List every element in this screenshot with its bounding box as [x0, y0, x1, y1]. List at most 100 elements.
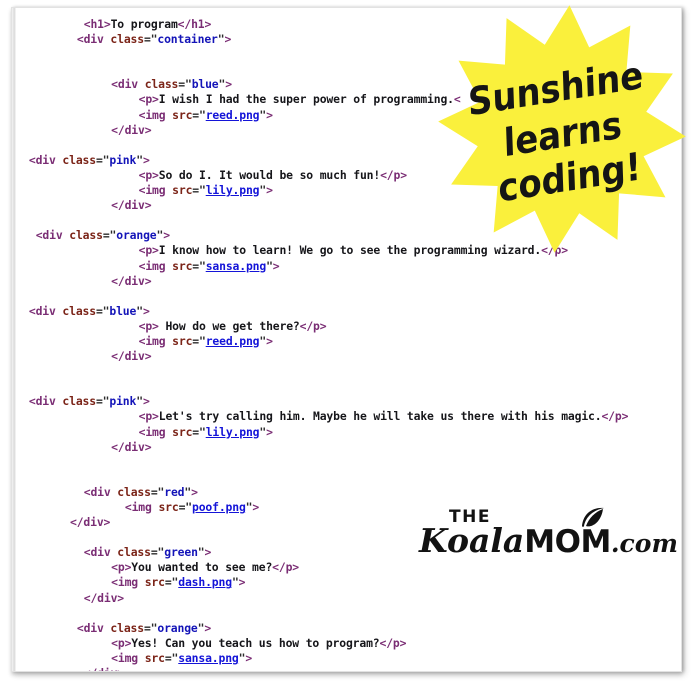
code-token: >	[142, 152, 150, 167]
code-token: <div	[111, 77, 145, 92]
code-token: ="	[150, 545, 165, 560]
code-token: src	[172, 333, 193, 348]
code-file-link[interactable]: sansa.png	[178, 651, 239, 665]
code-line: <img src="dash.png">	[12, 575, 681, 590]
screenshot-root: <h1>To program</h1> <div class="container…	[0, 0, 700, 689]
code-token: class	[110, 32, 144, 47]
code-file-link[interactable]: poof.png	[192, 500, 246, 514]
code-line: <div class="blue">	[12, 304, 681, 319]
code-token: blue	[109, 303, 137, 318]
code-token: "	[231, 575, 239, 590]
code-token: orange	[116, 228, 157, 243]
code-token: <p>	[138, 318, 166, 333]
code-token: ="	[192, 183, 206, 198]
logo-com-text: .com	[610, 529, 678, 558]
code-token: </p>	[380, 167, 407, 182]
code-token: ="	[150, 484, 165, 499]
code-token: ="	[102, 228, 117, 243]
code-token: blue	[191, 77, 219, 92]
code-file-link[interactable]: lily.png	[206, 425, 260, 439]
code-line: <div class="orange">	[12, 621, 681, 636]
code-line: <div class="red">	[12, 485, 681, 500]
code-token: src	[172, 258, 193, 273]
code-token: class	[62, 394, 96, 409]
code-token: <p>	[138, 167, 159, 182]
code-line: <p>Yes! Can you teach us how to program?…	[12, 636, 681, 651]
sunburst-badge: Sunshine learns coding!	[437, 4, 687, 254]
code-token: <p>	[138, 92, 159, 107]
code-token: <div	[76, 620, 111, 635]
code-token: <p>	[138, 409, 159, 424]
code-token: class	[117, 484, 151, 499]
code-line: </div>	[12, 591, 681, 606]
code-token: src	[158, 500, 179, 514]
code-token: </div>	[111, 122, 152, 137]
code-token: ="	[95, 303, 110, 318]
code-line: <img src="sansa.png">	[12, 259, 681, 274]
code-token: >	[224, 32, 232, 47]
code-token: >	[225, 77, 232, 92]
code-token: <img	[138, 183, 173, 198]
code-token: ="	[143, 32, 158, 47]
code-file-link[interactable]: reed.png	[206, 108, 260, 122]
code-token: ="	[192, 258, 206, 273]
code-line: </div>	[12, 440, 681, 455]
code-line: <img src="reed.png">	[12, 334, 681, 349]
code-line: <p>Let's try calling him. Maybe he will …	[12, 409, 681, 424]
code-line: <div class="pink">	[12, 394, 681, 409]
koala-mom-logo: THE KoalaMOM.com	[419, 505, 678, 567]
code-token: >	[142, 303, 150, 318]
code-token: >	[266, 333, 273, 348]
logo-koala-text: Koala	[419, 521, 525, 560]
code-token: Yes! Can you teach us how to program?	[131, 635, 380, 650]
code-token: >	[245, 650, 253, 665]
code-token: </div>	[111, 273, 152, 288]
code-token: <div	[28, 303, 63, 318]
code-token: You wanted to see me?	[131, 560, 273, 575]
code-token: <img	[138, 258, 173, 273]
code-token: "	[136, 394, 143, 409]
code-file-link[interactable]: reed.png	[206, 334, 260, 348]
code-token: class	[117, 545, 151, 560]
code-token: container	[157, 32, 218, 47]
code-token: pink	[109, 152, 137, 167]
code-token: </p>	[299, 318, 327, 333]
code-line: <img src="lily.png">	[12, 425, 681, 440]
code-token: >	[266, 424, 273, 439]
code-token: </div>	[84, 666, 124, 671]
code-line: </div>	[12, 274, 681, 289]
code-token: src	[172, 424, 193, 439]
code-line: </div>	[12, 666, 681, 671]
code-token: class	[62, 152, 96, 167]
code-token: green	[164, 545, 198, 560]
code-token: >	[191, 484, 198, 499]
code-line: <img src="sansa.png">	[12, 651, 681, 666]
code-token: src	[144, 650, 165, 665]
code-token: Let's try calling him. Maybe he will tak…	[158, 409, 602, 424]
code-token: "	[266, 258, 273, 273]
code-token: red	[164, 484, 185, 499]
code-token: <div	[83, 545, 118, 560]
code-token: ="	[192, 333, 206, 348]
code-token: >	[266, 107, 273, 122]
code-file-link[interactable]: lily.png	[206, 183, 260, 197]
code-token: class	[110, 620, 144, 635]
code-token: <p>	[111, 635, 132, 650]
code-token: </p>	[601, 409, 629, 424]
code-token: ="	[192, 107, 206, 122]
code-token: >	[204, 620, 212, 635]
code-line: </div>	[12, 349, 681, 364]
code-token: >	[252, 500, 260, 514]
code-token: <p>	[111, 560, 132, 575]
code-token: </div>	[111, 439, 152, 454]
code-token: >	[204, 545, 212, 560]
code-token: To program	[110, 17, 178, 31]
code-token: ="	[143, 620, 158, 635]
code-token: pink	[109, 394, 137, 409]
code-file-link[interactable]: dash.png	[178, 575, 232, 589]
code-file-link[interactable]: sansa.png	[206, 259, 267, 273]
